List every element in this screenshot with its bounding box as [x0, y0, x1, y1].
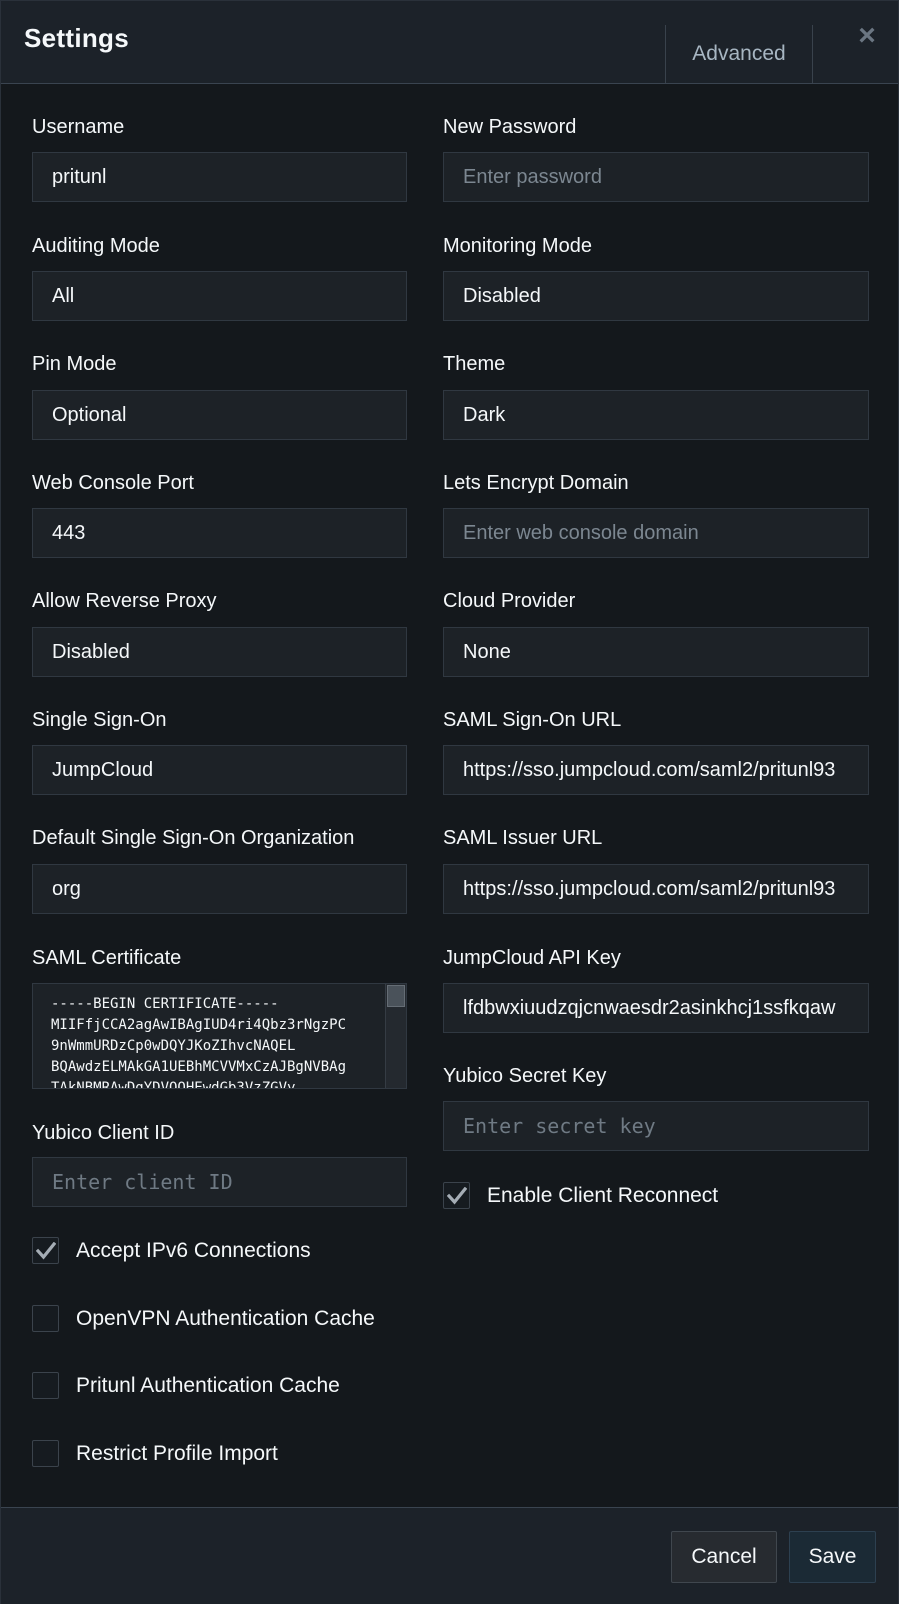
auditing-mode-select[interactable]	[32, 271, 407, 321]
dialog-title: Settings	[24, 23, 129, 53]
username-label: Username	[32, 116, 125, 138]
yubico-secret-key-input[interactable]	[443, 1101, 869, 1151]
single-sign-on-label: Single Sign-On	[32, 709, 167, 731]
checkmark-icon	[35, 1241, 56, 1259]
theme-select[interactable]	[443, 390, 869, 440]
new-password-input[interactable]	[443, 152, 869, 202]
close-icon[interactable]: ×	[853, 19, 881, 53]
default-sso-org-select[interactable]	[32, 864, 407, 914]
openvpn-auth-cache-label: OpenVPN Authentication Cache	[76, 1306, 375, 1330]
allow-reverse-proxy-select[interactable]	[32, 627, 407, 677]
openvpn-auth-cache-checkbox[interactable]: OpenVPN Authentication Cache	[32, 1305, 375, 1332]
enable-client-reconnect-label: Enable Client Reconnect	[487, 1183, 719, 1207]
single-sign-on-select[interactable]	[32, 745, 407, 795]
saml-certificate-text: -----BEGIN CERTIFICATE----- MIIFfjCCA2ag…	[51, 996, 347, 1089]
cloud-provider-label: Cloud Provider	[443, 590, 576, 612]
checkmark-icon	[446, 1186, 467, 1204]
yubico-client-id-label: Yubico Client ID	[32, 1122, 175, 1144]
accept-ipv6-checkbox[interactable]: Accept IPv6 Connections	[32, 1237, 311, 1264]
yubico-client-id-input[interactable]	[32, 1157, 407, 1207]
saml-issuer-url-label: SAML Issuer URL	[443, 827, 603, 849]
jumpcloud-api-key-label: JumpCloud API Key	[443, 947, 621, 969]
save-button[interactable]: Save	[789, 1531, 876, 1583]
scrollbar-thumb[interactable]	[387, 985, 405, 1007]
web-console-port-input[interactable]	[32, 508, 407, 558]
saml-sign-on-url-input[interactable]	[443, 745, 869, 795]
username-input[interactable]	[32, 152, 407, 202]
cancel-button[interactable]: Cancel	[671, 1531, 777, 1583]
default-sso-org-label: Default Single Sign-On Organization	[32, 827, 355, 849]
allow-reverse-proxy-label: Allow Reverse Proxy	[32, 590, 217, 612]
checkbox-box[interactable]	[32, 1372, 59, 1399]
pin-mode-label: Pin Mode	[32, 353, 117, 375]
accept-ipv6-label: Accept IPv6 Connections	[76, 1238, 311, 1262]
dialog-header: Settings Advanced ×	[1, 1, 898, 84]
restrict-profile-import-checkbox[interactable]: Restrict Profile Import	[32, 1440, 278, 1467]
settings-dialog: Settings Advanced × Username New Passwor…	[0, 0, 899, 1604]
theme-label: Theme	[443, 353, 506, 375]
pritunl-auth-cache-checkbox[interactable]: Pritunl Authentication Cache	[32, 1372, 340, 1399]
checkbox-box[interactable]	[32, 1305, 59, 1332]
saml-certificate-label: SAML Certificate	[32, 947, 182, 969]
monitoring-mode-label: Monitoring Mode	[443, 235, 592, 257]
checkbox-box[interactable]	[443, 1182, 470, 1209]
lets-encrypt-domain-input[interactable]	[443, 508, 869, 558]
web-console-port-label: Web Console Port	[32, 472, 194, 494]
jumpcloud-api-key-input[interactable]	[443, 983, 869, 1033]
yubico-secret-key-label: Yubico Secret Key	[443, 1065, 607, 1087]
monitoring-mode-select[interactable]	[443, 271, 869, 321]
saml-issuer-url-input[interactable]	[443, 864, 869, 914]
auditing-mode-label: Auditing Mode	[32, 235, 160, 257]
pritunl-auth-cache-label: Pritunl Authentication Cache	[76, 1373, 340, 1397]
enable-client-reconnect-checkbox[interactable]: Enable Client Reconnect	[443, 1182, 718, 1209]
cloud-provider-select[interactable]	[443, 627, 869, 677]
advanced-button[interactable]: Advanced	[665, 25, 813, 83]
checkbox-box[interactable]	[32, 1440, 59, 1467]
pin-mode-select[interactable]	[32, 390, 407, 440]
new-password-label: New Password	[443, 116, 577, 138]
textarea-scrollbar[interactable]	[385, 984, 406, 1088]
saml-certificate-textarea[interactable]: -----BEGIN CERTIFICATE----- MIIFfjCCA2ag…	[32, 983, 407, 1089]
checkbox-box[interactable]	[32, 1237, 59, 1264]
saml-sign-on-url-label: SAML Sign-On URL	[443, 709, 622, 731]
restrict-profile-import-label: Restrict Profile Import	[76, 1441, 278, 1465]
lets-encrypt-domain-label: Lets Encrypt Domain	[443, 472, 629, 494]
dialog-footer: Cancel Save	[1, 1507, 898, 1604]
